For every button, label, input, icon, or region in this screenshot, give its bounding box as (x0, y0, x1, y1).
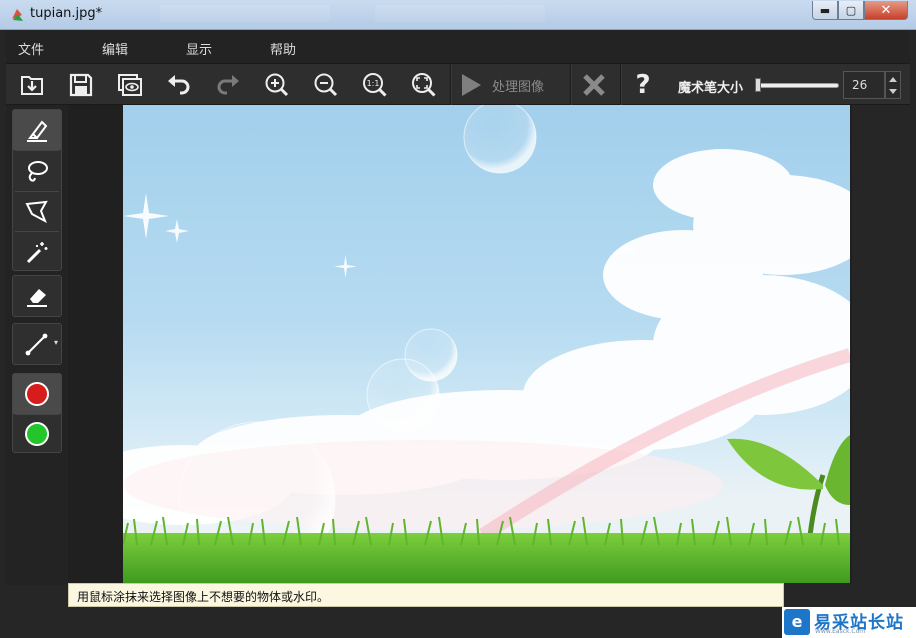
help-icon: ? (635, 70, 651, 100)
cancel-button[interactable] (577, 68, 611, 102)
eraser-icon (27, 289, 47, 307)
zoom-fit-icon (412, 73, 436, 97)
canvas-area[interactable] (68, 105, 910, 583)
open-button[interactable] (15, 68, 49, 102)
tool-panel: ▾ (6, 105, 68, 585)
red-dot-icon (25, 382, 49, 406)
redo-button[interactable] (211, 68, 245, 102)
close-button[interactable]: ✕ (864, 1, 908, 20)
canvas-margin (852, 105, 910, 583)
status-bar (0, 607, 916, 638)
watermark-badge-icon: e (784, 609, 810, 635)
eraser-tool[interactable] (13, 276, 61, 316)
toolbar-divider (570, 64, 571, 106)
svg-text:1:1: 1:1 (367, 79, 380, 88)
menu-file[interactable]: 文件 (18, 39, 44, 58)
slider-thumb[interactable] (755, 78, 761, 92)
background-tab (375, 5, 545, 23)
process-image-label: 处理图像 (492, 79, 545, 95)
maximize-button[interactable]: ▢ (838, 1, 864, 20)
magic-wand-icon (26, 242, 48, 264)
minimize-button[interactable]: ▬ (812, 1, 838, 20)
save-button[interactable] (64, 68, 98, 102)
undo-icon (168, 75, 190, 95)
app-icon (12, 9, 23, 21)
slider-track (755, 83, 839, 88)
lasso-icon (28, 161, 48, 182)
polygon-lasso-icon (25, 200, 48, 224)
lasso-tool[interactable] (13, 151, 61, 191)
play-icon (462, 74, 481, 96)
cross-icon (583, 74, 605, 96)
hint-bar: 用鼠标涂抹来选择图像上不想要的物体或水印。 (68, 583, 784, 607)
marker-icon (27, 120, 48, 142)
color-marker-group (12, 373, 62, 453)
window-title: tupian.jpg* (30, 6, 103, 21)
magic-wand-tool[interactable] (13, 232, 61, 272)
site-watermark-logo: e 易采站长站 Www.Easck.Com (782, 607, 916, 638)
red-marker-tool[interactable] (13, 374, 61, 414)
green-marker-tool[interactable] (13, 414, 61, 454)
zoom-actual-button[interactable]: 1:1 (358, 68, 392, 102)
selection-tools-group (12, 109, 62, 271)
title-bar: tupian.jpg* ▬ ▢ ✕ (0, 0, 916, 30)
image-canvas[interactable] (123, 105, 850, 583)
brush-size-value: 26 (852, 78, 868, 92)
spin-down-icon[interactable] (889, 89, 897, 94)
process-image-button[interactable]: 处理图像 (456, 68, 566, 102)
menu-edit[interactable]: 编辑 (102, 39, 128, 58)
zoom-out-icon (314, 73, 338, 97)
menu-help[interactable]: 帮助 (270, 39, 296, 58)
undo-button[interactable] (162, 68, 196, 102)
toolbar: 1:1 处理图像 ? 魔术笔大小 26 (6, 63, 910, 106)
menu-view[interactable]: 显示 (186, 39, 212, 58)
zoom-fit-button[interactable] (407, 68, 441, 102)
line-icon (25, 333, 48, 356)
brush-size-spinner[interactable] (885, 71, 901, 99)
save-icon (69, 73, 93, 97)
green-dot-icon (25, 422, 49, 446)
preview-button[interactable] (113, 68, 147, 102)
brush-size-input[interactable]: 26 (843, 71, 885, 99)
brush-size-slider[interactable] (755, 78, 839, 92)
toolbar-divider (620, 64, 621, 106)
zoom-out-button[interactable] (309, 68, 343, 102)
line-dropdown-icon[interactable]: ▾ (54, 338, 58, 347)
help-button[interactable]: ? (626, 68, 660, 102)
zoom-in-button[interactable] (260, 68, 294, 102)
caption-buttons: ▬ ▢ ✕ (812, 1, 908, 21)
brush-size-label: 魔术笔大小 (678, 81, 744, 96)
menu-bar: 文件 编辑 显示 帮助 (6, 30, 910, 63)
preview-icon (118, 74, 142, 96)
polygon-lasso-tool[interactable] (13, 192, 61, 232)
photo-sky-grass (123, 105, 850, 583)
hint-text: 用鼠标涂抹来选择图像上不想要的物体或水印。 (77, 590, 330, 604)
redo-icon (217, 75, 239, 95)
app-window: tupian.jpg* ▬ ▢ ✕ 文件 编辑 显示 帮助 1:1 处理图像 ?… (0, 0, 916, 638)
watermark-subtitle: Www.Easck.Com (815, 628, 866, 635)
spin-up-icon[interactable] (889, 77, 897, 82)
marker-tool[interactable] (13, 110, 61, 150)
toolbar-divider (450, 64, 451, 106)
open-icon (21, 76, 43, 95)
background-tab (160, 5, 330, 23)
zoom-in-icon (265, 73, 289, 97)
eraser-group (12, 275, 62, 317)
zoom-1to1-icon: 1:1 (363, 73, 387, 97)
line-group: ▾ (12, 323, 62, 365)
